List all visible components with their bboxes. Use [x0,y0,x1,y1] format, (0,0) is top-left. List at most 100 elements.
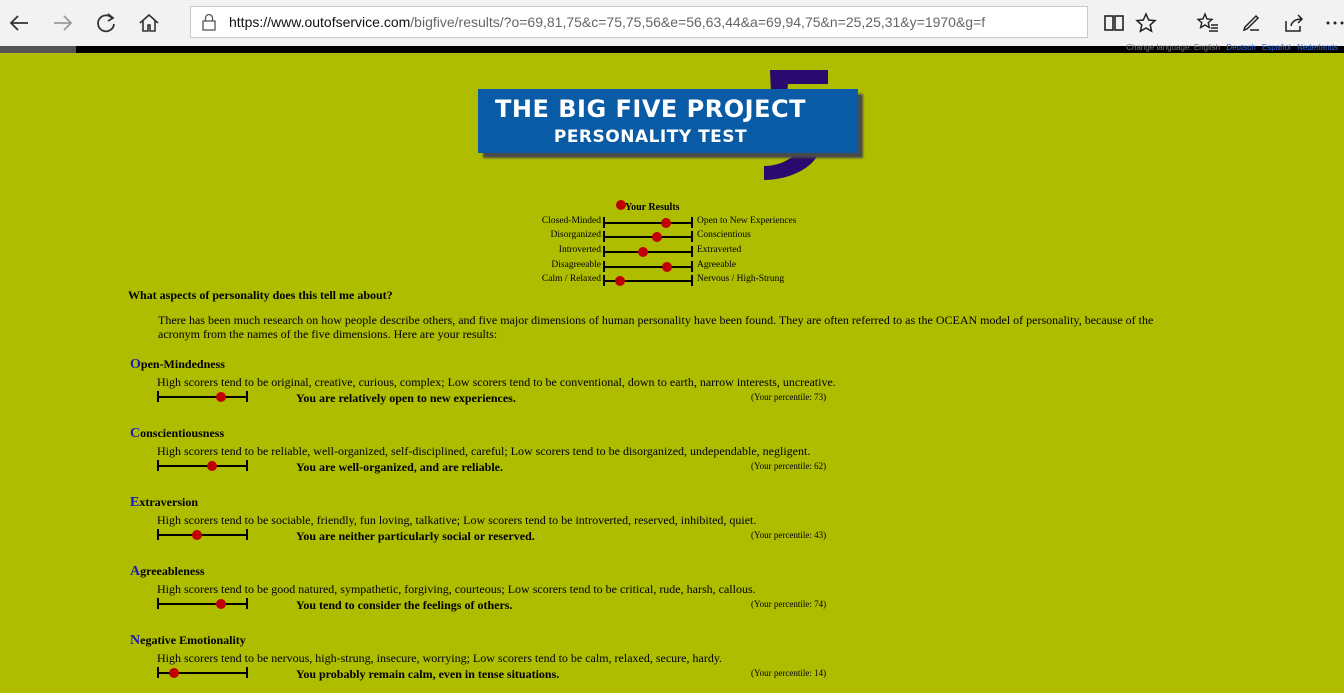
share-button[interactable] [1279,8,1309,38]
trait-percentile: (Your percentile: 74) [751,599,827,609]
trait-title: Extraversion [130,495,198,511]
trait-description: High scorers tend to be good natured, sy… [157,582,756,596]
summary-right-label: Open to New Experiences [697,216,797,226]
favorite-button[interactable] [1131,8,1161,38]
trait-conscientiousness: Conscientiousness High scorers tend to b… [0,426,1344,486]
trait-verdict: You are well-organized, and are reliable… [296,460,503,474]
logo-title: THE BIG FIVE PROJECT [495,95,806,123]
trait-description: High scorers tend to be sociable, friend… [157,513,757,527]
forward-button[interactable] [48,8,78,38]
summary-dot [660,218,671,228]
trait-initial: A [130,564,141,579]
summary-legend: Your Results [625,202,680,213]
pen-icon [1242,14,1260,32]
summary-left-label: Closed-Minded [541,216,601,226]
reading-view-button[interactable] [1099,8,1129,38]
trait-name-rest: xtraversion [139,495,198,509]
browser-toolbar: https://www.outofservice.com/bigfive/res… [0,0,1344,47]
trait-title: Agreeableness [130,564,205,580]
section-question: What aspects of personality does this te… [128,288,393,302]
refresh-icon [97,13,115,33]
trait-percentile: (Your percentile: 73) [751,392,827,402]
summary-row-openness: Closed-Minded Open to New Experiences [0,216,1344,230]
trait-initial: O [130,357,141,372]
favorites-list-icon [1196,12,1218,32]
star-icon [1135,12,1157,33]
address-bar[interactable]: https://www.outofservice.com/bigfive/res… [190,6,1088,38]
trait-verdict: You tend to consider the feelings of oth… [296,598,513,612]
trait-percentile: (Your percentile: 43) [751,530,827,540]
summary-dot [637,247,648,257]
summary-right-label: Nervous / High-Strung [697,274,785,284]
trait-bar [157,598,248,609]
home-icon [139,13,159,32]
summary-dot [661,262,672,272]
trait-dot [216,599,227,609]
home-button[interactable] [134,8,164,38]
language-link-espanol[interactable]: Español [1262,43,1291,52]
language-selector: Change language: English Deutsch Español… [1126,43,1338,52]
language-link-deutsch[interactable]: Deutsch [1226,43,1255,52]
trait-name-rest: pen-Mindedness [140,357,225,371]
summary-bar [603,231,693,242]
trait-initial: N [130,633,141,648]
trait-title: Open-Mindedness [130,357,225,373]
trait-bar [157,529,248,540]
web-note-button[interactable] [1236,8,1266,38]
logo-banner: THE BIG FIVE PROJECT PERSONALITY TEST [478,89,858,153]
share-icon [1285,14,1304,32]
trait-negative-emotionality: Negative Emotionality High scorers tend … [0,633,1344,693]
url-text: https://www.outofservice.com/bigfive/res… [229,14,985,30]
site-top-strip: Change language: English Deutsch Español… [0,43,1344,53]
trait-name-rest: onscientiousness [140,426,225,440]
trait-dot [169,668,180,678]
trait-description: High scorers tend to be reliable, well-o… [157,444,811,458]
trait-verdict: You are relatively open to new experienc… [296,391,516,405]
summary-bar [603,246,693,257]
summary-right-label: Agreeable [697,260,737,270]
url-path: /bigfive/results/?o=69,81,75&c=75,75,56&… [410,14,986,30]
summary-bar [603,261,693,272]
forward-arrow-icon [54,15,73,31]
summary-bar [603,217,693,228]
favorites-hub-button[interactable] [1193,8,1223,38]
summary-right-label: Extraverted [697,245,742,255]
summary-left-label: Disagreeable [551,260,601,270]
trait-agreeableness: Agreeableness High scorers tend to be go… [0,564,1344,624]
trait-name-rest: greeableness [140,564,205,578]
trait-verdict: You are neither particularly social or r… [296,529,535,543]
back-arrow-icon [9,15,28,31]
logo-subtitle: PERSONALITY TEST [553,127,748,147]
language-label: Change language: English [1126,43,1221,52]
trait-openness: Open-Mindedness High scorers tend to be … [0,357,1344,417]
trait-bar [157,667,248,678]
more-button[interactable] [1320,8,1344,38]
trait-title: Negative Emotionality [130,633,246,649]
lock-icon [202,13,216,31]
summary-row-agreeableness: Disagreeable Agreeable [0,260,1344,274]
back-button[interactable] [4,8,34,38]
summary-left-label: Disorganized [550,230,601,240]
trait-description: High scorers tend to be original, creati… [157,375,836,389]
summary-left-label: Introverted [558,245,601,255]
language-link-nederlands[interactable]: Nederlands [1297,43,1338,52]
summary-row-negative-emotionality: Calm / Relaxed Nervous / High-Strung [0,274,1344,288]
more-dots-icon [1326,21,1344,25]
trait-description: High scorers tend to be nervous, high-st… [157,651,723,665]
trait-verdict: You probably remain calm, even in tense … [296,667,560,681]
summary-dot [652,232,663,242]
url-host: https://www.outofservice.com [229,14,411,30]
refresh-button[interactable] [91,8,121,38]
trait-bar [157,391,248,402]
trait-bar [157,460,248,471]
summary-right-label: Conscientious [697,230,751,240]
trait-initial: E [130,495,140,510]
trait-initial: C [130,426,141,441]
trait-title: Conscientiousness [130,426,224,442]
trait-dot [191,530,202,540]
summary-left-label: Calm / Relaxed [541,274,601,284]
strip-left-block [0,46,76,53]
summary-row-extraversion: Introverted Extraverted [0,245,1344,259]
trait-name-rest: egative Emotionality [140,633,246,647]
summary-row-conscientiousness: Disorganized Conscientious [0,230,1344,244]
